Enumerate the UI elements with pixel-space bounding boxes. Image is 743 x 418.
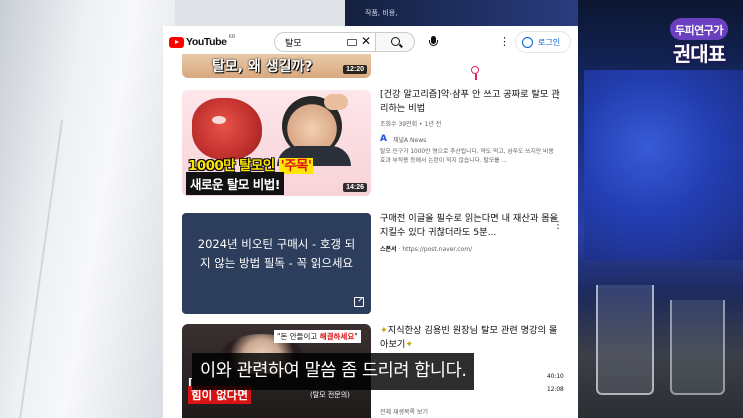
youtube-wordmark: YouTube <box>186 36 227 48</box>
login-button[interactable]: 로그인 <box>515 31 571 53</box>
account-icon <box>522 37 533 48</box>
background-shirt <box>0 0 175 418</box>
thumbnail-quote: "돈 안들이고 해결하세요" <box>274 330 361 343</box>
video-thumbnail[interactable]: 탈모, 왜 생길까? 12:20 <box>182 54 371 78</box>
ad-menu-icon[interactable]: ⋮ <box>553 220 563 231</box>
microphone-stand <box>429 40 438 46</box>
channel-logo: 두피연구가 권대표 <box>664 18 734 68</box>
cursor-icon <box>471 66 479 80</box>
video-thumbnail[interactable]: 1000만 탈모인 '주목' 새로운 탈모 비법! 14:26 <box>182 90 371 196</box>
ad-thumbnail[interactable]: 2024년 비오틴 구매시 - 호갱 되지 않는 방법 필독 - 꼭 읽으세요 <box>182 213 371 314</box>
video-description: 탈모 인구가 1000만 명으로 추산됩니다. 약도 먹고, 샴푸도 쓰지만 비… <box>380 149 554 164</box>
voice-search-button[interactable] <box>425 33 443 51</box>
background-monitor <box>584 70 743 260</box>
video-subtitle: 이와 관련하여 말씀 좀 드리려 합니다. <box>192 353 475 390</box>
presenter-hand <box>324 94 348 110</box>
keyboard-icon[interactable] <box>347 39 357 46</box>
region-label: KR <box>228 34 236 40</box>
sparkle-icon: ✦ <box>380 325 388 336</box>
thumbnail-headline: 1000만 탈모인 '주목' <box>188 154 314 174</box>
scalp-anatomy-image <box>192 98 262 160</box>
monitor-text: 작품, 비용, <box>365 9 398 17</box>
login-label: 로그인 <box>538 38 561 47</box>
thumbnail-expert: (탈모 전문의) <box>310 391 350 399</box>
external-link-icon <box>354 297 364 307</box>
beaker-icon <box>670 300 725 395</box>
playlist-title[interactable]: ✦지식한상 김용빈 원장님 탈모 관련 명강의 몰아보기✦ <box>380 324 560 352</box>
beaker-icon <box>596 285 654 395</box>
background-monitor-strip: 작품, 비용, <box>345 0 578 26</box>
video-duration: 14:26 <box>343 183 367 192</box>
more-options-icon[interactable]: ⋮ <box>499 35 510 49</box>
ad-url[interactable]: https://post.naver.com/ <box>402 246 472 253</box>
youtube-play-icon <box>169 36 184 48</box>
search-icon <box>391 37 400 46</box>
channel-row[interactable]: A 채널A News <box>380 134 560 145</box>
ad-meta: 스폰서 · https://post.naver.com/ <box>380 244 560 253</box>
playlist-info: ✦지식한상 김용빈 원장님 탈모 관련 명강의 몰아보기✦ <box>380 324 560 352</box>
sparkle-icon: ✦ <box>405 339 414 350</box>
video-meta: 조회수 39만회 • 1년 전 <box>380 121 442 128</box>
ad-info: 구매전 이글을 필수로 읽는다면 내 재산과 몸을 지킬수 있다 귀찮더라도 5… <box>380 212 560 253</box>
youtube-logo[interactable]: YouTube KR <box>169 34 236 48</box>
video-title[interactable]: [건강 알고리즘]약·샴푸 안 쓰고 공짜로 탈모 관리하는 비법 <box>380 88 560 116</box>
ad-thumbnail-text: 2024년 비오틴 구매시 - 호갱 되지 않는 방법 필독 - 꼭 읽으세요 <box>197 237 356 270</box>
view-full-playlist-link[interactable]: 전체 재생목록 보기 <box>380 407 428 416</box>
search-input[interactable]: 탈모 ✕ <box>274 32 375 52</box>
channel-logo-bottom: 권대표 <box>672 42 726 66</box>
thumbnail-caption: 탈모, 왜 생길까? <box>212 59 313 75</box>
thumbnail-quote-b: 해결하세요 <box>319 332 355 341</box>
thumbnail-quote-c: " <box>354 332 358 341</box>
ad-title[interactable]: 구매전 이글을 필수로 읽는다면 내 재산과 몸을 지킬수 있다 귀찮더라도 5… <box>380 212 560 240</box>
search-button[interactable] <box>375 32 415 52</box>
channel-logo-top: 두피연구가 <box>674 24 724 37</box>
shirt-fold <box>18 120 142 418</box>
channel-a-icon: A <box>380 134 387 144</box>
search-query: 탈모 <box>285 39 302 49</box>
video-duration: 12:20 <box>343 65 367 74</box>
clear-search-icon[interactable]: ✕ <box>361 34 371 48</box>
video-menu-icon[interactable]: ⋮ <box>553 90 563 101</box>
episode-duration: 40:10 <box>547 374 564 380</box>
episode-duration: 12:08 <box>547 387 564 393</box>
channel-name: 채널A News <box>393 137 427 144</box>
video-info: [건강 알고리즘]약·샴푸 안 쓰고 공짜로 탈모 관리하는 비법 조회수 39… <box>380 88 560 166</box>
thumbnail-quote-a: "돈 안들이고 <box>277 332 320 341</box>
sponsor-badge: 스폰서 <box>380 246 397 253</box>
thumbnail-subheadline: 새로운 탈모 비법! <box>186 172 284 195</box>
